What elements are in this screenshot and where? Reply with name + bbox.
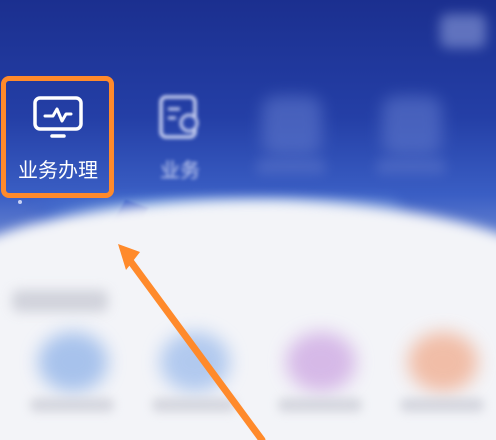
blurred-header-action[interactable] [440, 14, 486, 48]
blurred-app-2[interactable] [160, 332, 230, 392]
blurred-app-3[interactable] [286, 332, 356, 392]
blurred-header-title [12, 18, 182, 46]
document-search-icon [154, 94, 206, 142]
blurred-app-label [152, 398, 236, 412]
page-indicator-dot [18, 200, 22, 204]
blurred-tile-3-label [256, 160, 326, 174]
blurred-app-1[interactable] [38, 332, 108, 392]
tile-business-2[interactable]: 业务 [128, 84, 232, 190]
blurred-tile-4[interactable] [382, 96, 442, 156]
blurred-app-label [30, 398, 114, 412]
blurred-app-4[interactable] [408, 332, 478, 392]
blurred-tile-3[interactable] [262, 96, 322, 156]
blurred-tile-4-label [376, 160, 446, 174]
blurred-app-label [278, 398, 362, 412]
blurred-section-title [12, 290, 108, 312]
blurred-app-label [400, 398, 484, 412]
highlight-box [1, 76, 114, 198]
tile-label: 业务 [160, 158, 200, 182]
